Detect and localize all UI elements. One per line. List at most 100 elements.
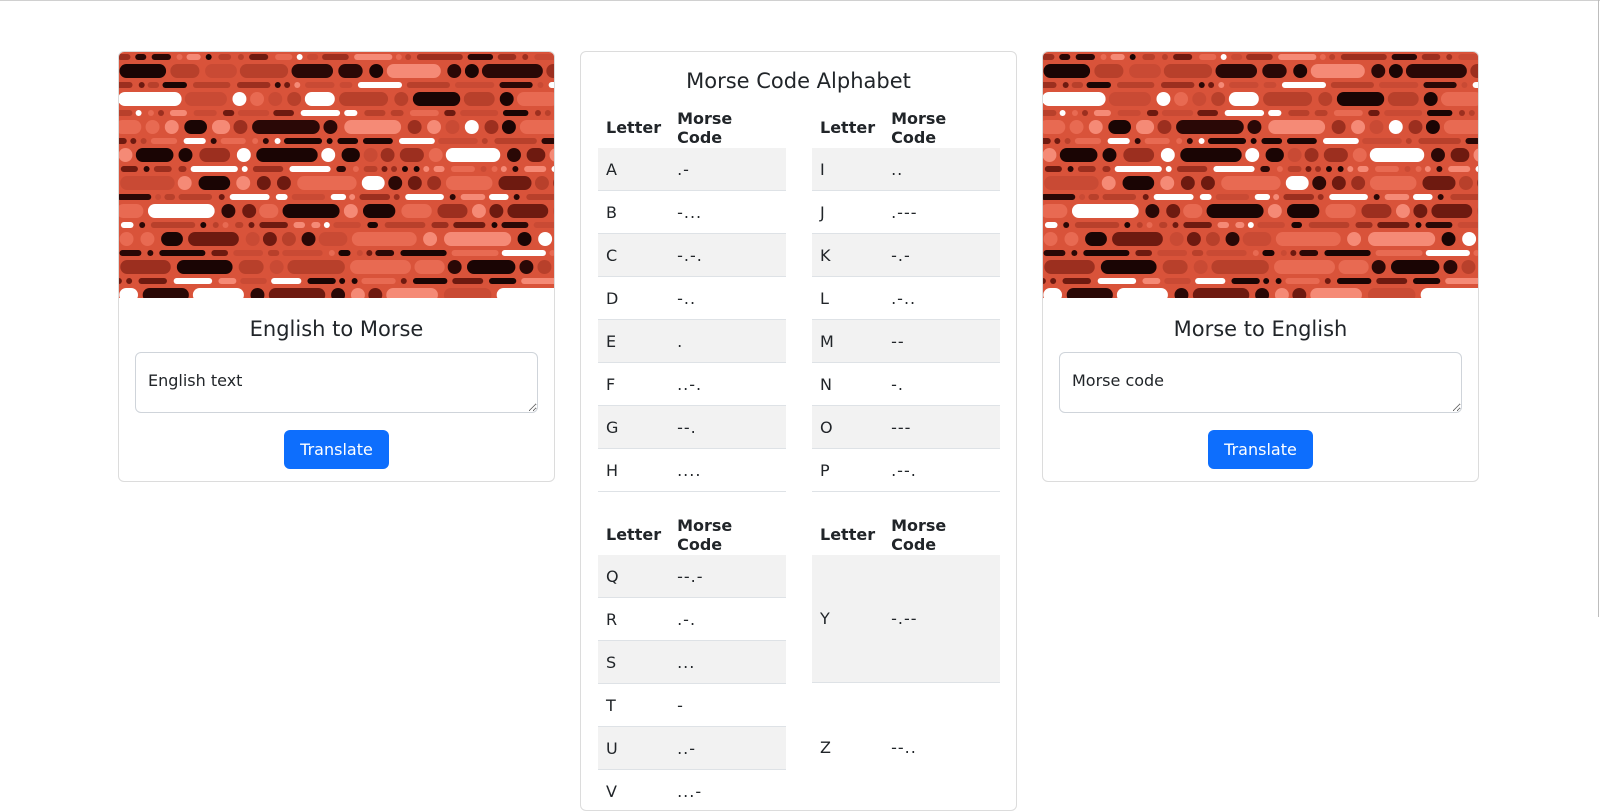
table-row: B-... bbox=[598, 191, 786, 234]
morse-code-cell: .. bbox=[883, 148, 1000, 191]
letter-header: Letter bbox=[598, 514, 669, 555]
morse-code-cell: --.. bbox=[883, 683, 1000, 811]
letter-header: Letter bbox=[812, 107, 883, 148]
morse-code-cell: -.-- bbox=[883, 555, 1000, 683]
morse-code-header: Morse Code bbox=[883, 514, 1000, 555]
table-row: H.... bbox=[598, 449, 786, 492]
morse-code-cell: .--. bbox=[883, 449, 1000, 492]
letter-cell: E bbox=[598, 320, 669, 363]
table-row: U..- bbox=[598, 727, 786, 770]
morse-code-cell: -.-. bbox=[669, 234, 786, 277]
table-row: S... bbox=[598, 641, 786, 684]
morse-code-cell: .-. bbox=[669, 598, 786, 641]
english-to-morse-card: English to Morse Translate bbox=[118, 51, 555, 482]
letter-cell: P bbox=[812, 449, 883, 492]
alphabet-table: LetterMorse CodeI..J.---K-.-L.-..M--N-.O… bbox=[812, 107, 1000, 492]
morse-code-cell: -.- bbox=[883, 234, 1000, 277]
translate-to-english-button[interactable]: Translate bbox=[1208, 430, 1313, 469]
morse-alphabet-title: Morse Code Alphabet bbox=[581, 66, 1016, 96]
table-row: E. bbox=[598, 320, 786, 363]
table-row: N-. bbox=[812, 363, 1000, 406]
table-row: V...- bbox=[598, 770, 786, 811]
letter-cell: V bbox=[598, 770, 669, 811]
letter-cell: A bbox=[598, 148, 669, 191]
morse-code-header: Morse Code bbox=[883, 107, 1000, 148]
morse-code-cell: ..-. bbox=[669, 363, 786, 406]
table-row: I.. bbox=[812, 148, 1000, 191]
letter-cell: K bbox=[812, 234, 883, 277]
table-row: G--. bbox=[598, 406, 786, 449]
morse-code-cell: ..- bbox=[669, 727, 786, 770]
table-row: O--- bbox=[812, 406, 1000, 449]
table-row: Q--.- bbox=[598, 555, 786, 598]
letter-cell: H bbox=[598, 449, 669, 492]
table-row: Y-.-- bbox=[812, 555, 1000, 683]
alphabet-table-group: LetterMorse CodeA.-B-...C-.-.D-..E.F..-.… bbox=[598, 107, 1001, 492]
letter-cell: L bbox=[812, 277, 883, 320]
morse-code-cell: - bbox=[669, 684, 786, 727]
letter-cell: I bbox=[812, 148, 883, 191]
letter-cell: C bbox=[598, 234, 669, 277]
table-row: M-- bbox=[812, 320, 1000, 363]
english-input[interactable] bbox=[135, 352, 538, 413]
table-row: F..-. bbox=[598, 363, 786, 406]
english-to-morse-title: English to Morse bbox=[119, 314, 554, 344]
letter-cell: J bbox=[812, 191, 883, 234]
morse-code-cell: -- bbox=[883, 320, 1000, 363]
letter-cell: T bbox=[598, 684, 669, 727]
letter-header: Letter bbox=[812, 514, 883, 555]
letter-cell: U bbox=[598, 727, 669, 770]
morse-code-cell: --.- bbox=[669, 555, 786, 598]
morse-code-cell: -.. bbox=[669, 277, 786, 320]
morse-code-cell: .--- bbox=[883, 191, 1000, 234]
morse-to-english-card: Morse to English Translate bbox=[1042, 51, 1479, 482]
morse-code-cell: .... bbox=[669, 449, 786, 492]
window-top-border bbox=[0, 0, 1600, 1]
morse-code-cell: ...- bbox=[669, 770, 786, 811]
letter-cell: F bbox=[598, 363, 669, 406]
morse-code-cell: .- bbox=[669, 148, 786, 191]
letter-cell: Z bbox=[812, 683, 883, 811]
morse-banner-image bbox=[119, 52, 554, 298]
morse-code-cell: -. bbox=[883, 363, 1000, 406]
letter-cell: S bbox=[598, 641, 669, 684]
morse-input[interactable] bbox=[1059, 352, 1462, 413]
letter-cell: G bbox=[598, 406, 669, 449]
morse-code-cell: . bbox=[669, 320, 786, 363]
letter-cell: M bbox=[812, 320, 883, 363]
table-row: A.- bbox=[598, 148, 786, 191]
morse-alphabet-card: Morse Code Alphabet LetterMorse CodeA.-B… bbox=[580, 51, 1017, 811]
morse-code-header: Morse Code bbox=[669, 514, 786, 555]
letter-cell: D bbox=[598, 277, 669, 320]
morse-code-cell: ... bbox=[669, 641, 786, 684]
letter-cell: R bbox=[598, 598, 669, 641]
table-row: D-.. bbox=[598, 277, 786, 320]
alphabet-table: LetterMorse CodeY-.--Z--.. bbox=[812, 514, 1000, 811]
letter-cell: Y bbox=[812, 555, 883, 683]
letter-cell: N bbox=[812, 363, 883, 406]
scrollbar-edge bbox=[1598, 0, 1599, 617]
alphabet-table-group: LetterMorse CodeQ--.-R.-.S...T-U..-V...-… bbox=[598, 514, 1001, 811]
table-row: K-.- bbox=[812, 234, 1000, 277]
alphabet-table: LetterMorse CodeQ--.-R.-.S...T-U..-V...- bbox=[598, 514, 786, 811]
morse-code-cell: -... bbox=[669, 191, 786, 234]
table-row: L.-.. bbox=[812, 277, 1000, 320]
table-row: J.--- bbox=[812, 191, 1000, 234]
morse-code-cell: --- bbox=[883, 406, 1000, 449]
morse-code-cell: .-.. bbox=[883, 277, 1000, 320]
letter-cell: B bbox=[598, 191, 669, 234]
morse-banner-image bbox=[1043, 52, 1478, 298]
morse-to-english-title: Morse to English bbox=[1043, 314, 1478, 344]
table-row: R.-. bbox=[598, 598, 786, 641]
morse-code-cell: --. bbox=[669, 406, 786, 449]
letter-cell: O bbox=[812, 406, 883, 449]
letter-cell: Q bbox=[598, 555, 669, 598]
translate-to-morse-button[interactable]: Translate bbox=[284, 430, 389, 469]
table-row: T- bbox=[598, 684, 786, 727]
table-row: P.--. bbox=[812, 449, 1000, 492]
alphabet-tables: LetterMorse CodeA.-B-...C-.-.D-..E.F..-.… bbox=[598, 107, 1001, 811]
table-row: Z--.. bbox=[812, 683, 1000, 811]
alphabet-table: LetterMorse CodeA.-B-...C-.-.D-..E.F..-.… bbox=[598, 107, 786, 492]
morse-code-header: Morse Code bbox=[669, 107, 786, 148]
table-row: C-.-. bbox=[598, 234, 786, 277]
